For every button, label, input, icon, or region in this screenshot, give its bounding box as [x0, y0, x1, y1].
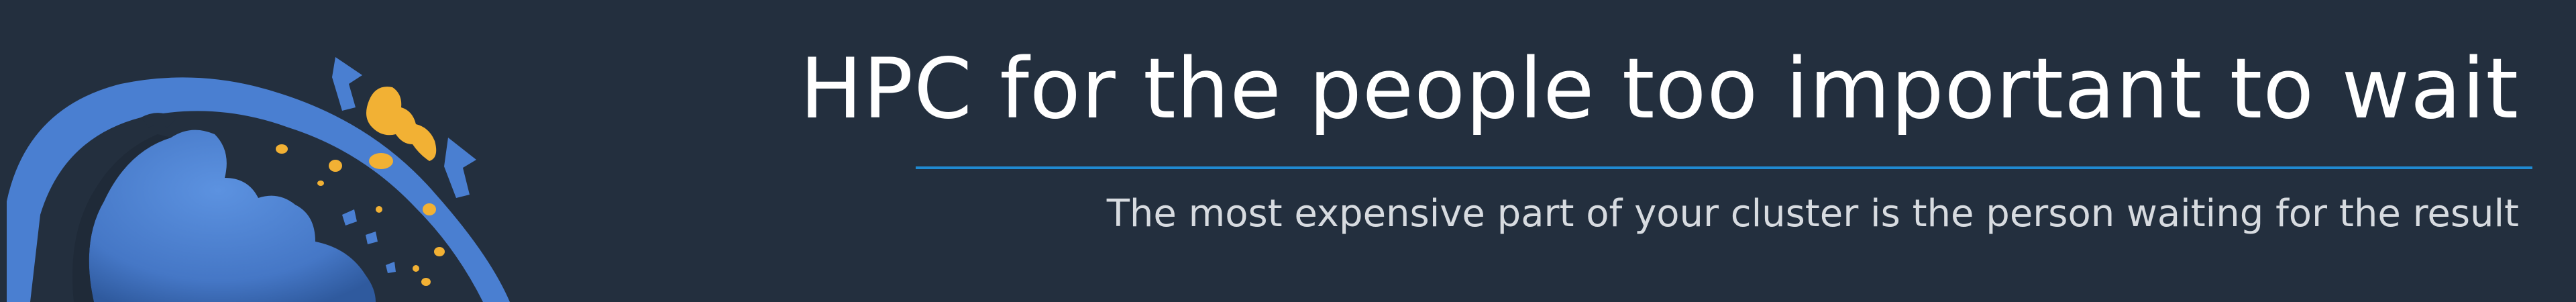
title-divider [916, 166, 2532, 169]
logo-bracket-top [332, 57, 362, 111]
page-subtitle: The most expensive part of your cluster … [1106, 192, 2519, 236]
page-title: HPC for the people too important to wait [800, 41, 2519, 138]
logo-bracket-right [444, 138, 476, 198]
cloud-logo-icon [7, 57, 510, 302]
hero-text-block: HPC for the people too important to wait… [800, 0, 2532, 302]
hero-banner: HPC for the people too important to wait… [0, 0, 2576, 302]
